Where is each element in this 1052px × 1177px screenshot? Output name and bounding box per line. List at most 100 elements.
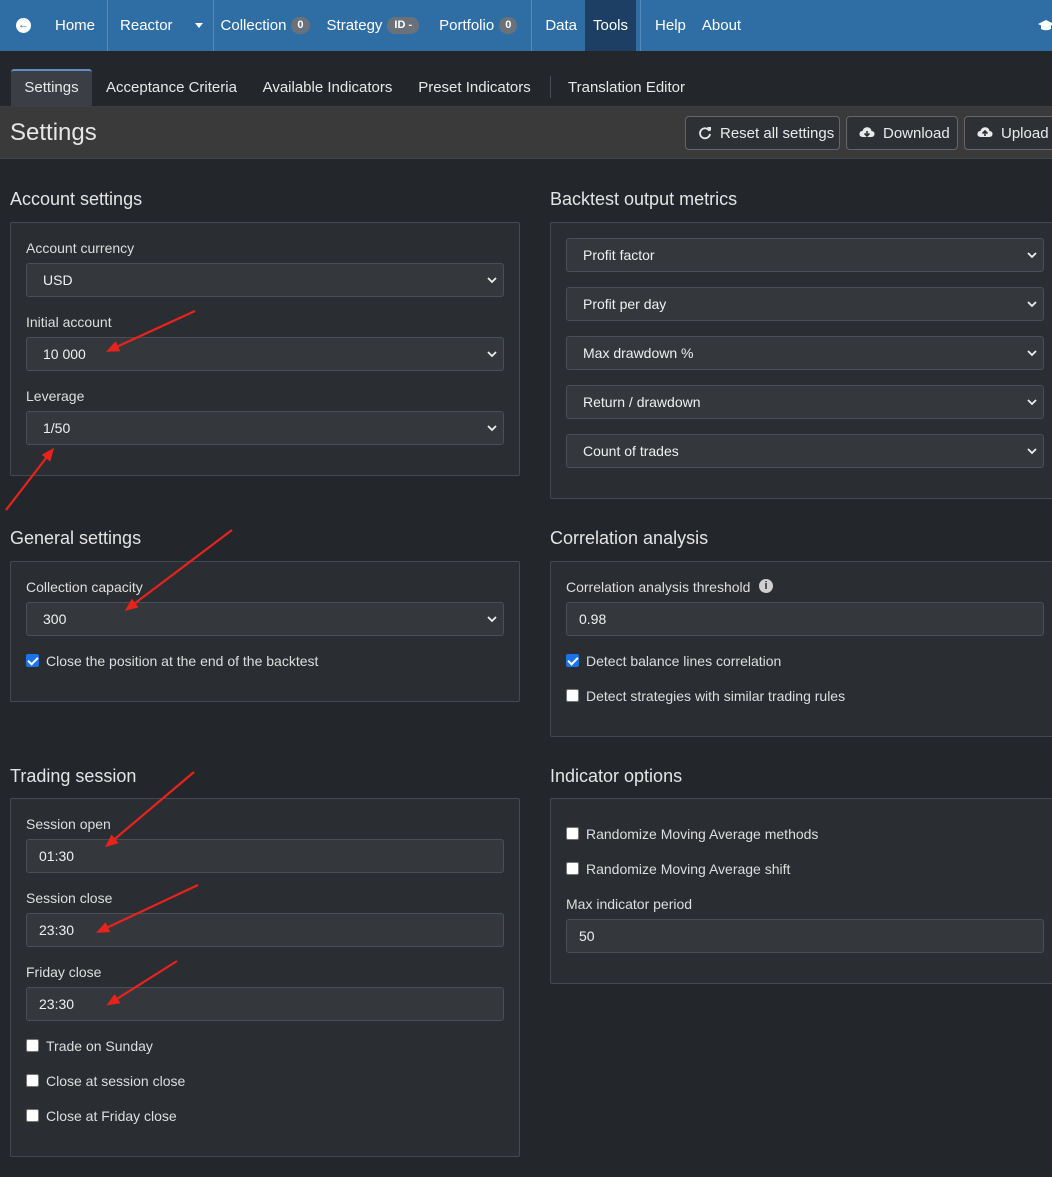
session-open-input[interactable]: 01:30 <box>26 839 504 873</box>
close-at-session-close-checkbox[interactable] <box>26 1074 39 1087</box>
tab-divider <box>550 76 551 98</box>
max-indicator-period-input[interactable]: 50 <box>566 919 1044 953</box>
friday-close-input[interactable]: 23:30 <box>26 987 504 1021</box>
detect-balance-label: Detect balance lines correlation <box>586 653 782 669</box>
nav-portfolio-label: Portfolio <box>439 17 495 34</box>
session-open-label: Session open <box>26 816 111 832</box>
close-at-session-close-label: Close at session close <box>46 1073 186 1089</box>
tab-acceptance-label: Acceptance Criteria <box>106 79 237 96</box>
upload-label: Upload <box>1001 124 1049 142</box>
nav-about[interactable]: About <box>694 0 749 51</box>
detect-balance-checkbox[interactable] <box>566 654 579 667</box>
nav-home-label: Home <box>55 17 96 34</box>
chevron-down-icon <box>1027 399 1037 406</box>
detect-similar-rules-checkbox[interactable] <box>566 689 579 702</box>
collection-capacity-label: Collection capacity <box>26 579 143 595</box>
max-indicator-period-label: Max indicator period <box>566 896 693 912</box>
friday-close-value: 23:30 <box>39 996 75 1012</box>
nav-collection-label: Collection <box>220 17 287 34</box>
session-close-value: 23:30 <box>39 922 75 938</box>
upload-button[interactable]: Upload <box>964 116 1052 150</box>
correlation-threshold-label: Correlation analysis threshold <box>566 579 751 595</box>
close-at-friday-close-checkbox[interactable] <box>26 1109 39 1122</box>
metric-select-5[interactable]: Count of trades <box>566 434 1044 468</box>
download-button[interactable]: Download <box>846 116 958 150</box>
trade-on-sunday-label: Trade on Sunday <box>46 1038 153 1054</box>
tab-settings[interactable]: Settings <box>11 69 92 107</box>
chevron-down-icon <box>1027 301 1037 308</box>
metric-value-3: Max drawdown % <box>583 345 694 361</box>
portfolio-count-badge: 0 <box>499 17 518 34</box>
top-navbar: ← Home Reactor Collection 0 Strategy ID - … <box>0 0 1052 51</box>
correlation-threshold-value: 0.98 <box>579 611 607 627</box>
initial-account-select[interactable]: 10 000 <box>26 337 504 371</box>
randomize-ma-shift-label: Randomize Moving Average shift <box>586 861 791 877</box>
leverage-select[interactable]: 1/50 <box>26 411 504 445</box>
nav-data[interactable]: Data <box>532 0 585 51</box>
nav-tools-label: Tools <box>593 17 629 34</box>
nav-portfolio[interactable]: Portfolio 0 <box>427 0 525 51</box>
session-close-input[interactable]: 23:30 <box>26 913 504 947</box>
nav-tools[interactable]: Tools <box>585 0 637 51</box>
download-label: Download <box>883 124 950 142</box>
metric-select-2[interactable]: Profit per day <box>566 287 1044 321</box>
session-open-value: 01:30 <box>39 848 75 864</box>
metric-select-3[interactable]: Max drawdown % <box>566 336 1044 370</box>
reset-all-settings-button[interactable]: Reset all settings <box>685 116 840 150</box>
nav-strategy[interactable]: Strategy ID - <box>318 0 428 51</box>
tab-translation-editor[interactable]: Translation Editor <box>562 69 691 107</box>
reset-label: Reset all settings <box>720 124 835 142</box>
chevron-down-icon <box>487 425 497 432</box>
nav-reactor[interactable]: Reactor <box>108 0 213 51</box>
nav-about-label: About <box>701 17 742 34</box>
nav-reactor-label: Reactor <box>120 17 173 34</box>
collection-capacity-select[interactable]: 300 <box>26 602 504 636</box>
cloud-upload-icon <box>977 127 993 137</box>
account-currency-value: USD <box>43 272 73 288</box>
tools-tabs: Settings Acceptance Criteria Available I… <box>0 51 1052 107</box>
indicator-options-title: Indicator options <box>550 766 683 786</box>
metric-select-4[interactable]: Return / drawdown <box>566 385 1044 419</box>
tab-available-indicators[interactable]: Available Indicators <box>256 69 399 107</box>
chevron-down-icon <box>487 351 497 358</box>
chevron-down-icon <box>1027 350 1037 357</box>
metric-select-1[interactable]: Profit factor <box>566 238 1044 272</box>
detect-similar-rules-label: Detect strategies with similar trading r… <box>586 688 846 704</box>
page-title: Settings <box>10 119 97 146</box>
account-settings-title: Account settings <box>10 189 143 209</box>
tab-acceptance-criteria[interactable]: Acceptance Criteria <box>100 69 243 107</box>
graduation-cap-icon[interactable] <box>1038 17 1052 33</box>
page-header: Settings Reset all settings Download Upl… <box>0 107 1052 159</box>
session-close-label: Session close <box>26 890 113 906</box>
trade-on-sunday-checkbox[interactable] <box>26 1039 39 1052</box>
nav-collection[interactable]: Collection 0 <box>214 0 318 51</box>
initial-account-value: 10 000 <box>43 346 86 362</box>
metric-value-4: Return / drawdown <box>583 394 701 410</box>
account-currency-select[interactable]: USD <box>26 263 504 297</box>
tab-settings-label: Settings <box>24 79 79 96</box>
strategy-id-badge: ID - <box>387 17 420 34</box>
close-at-end-checkbox[interactable] <box>26 654 39 667</box>
tab-translation-label: Translation Editor <box>568 79 685 96</box>
tab-preset-indicators[interactable]: Preset Indicators <box>412 69 537 107</box>
nav-help[interactable]: Help <box>641 0 694 51</box>
back-button[interactable]: ← <box>0 0 37 51</box>
chevron-down-icon <box>194 23 203 28</box>
correlation-analysis-title: Correlation analysis <box>550 528 709 548</box>
trading-session-title: Trading session <box>10 766 137 786</box>
general-settings-title: General settings <box>10 528 142 548</box>
back-arrow-icon: ← <box>16 18 31 33</box>
info-icon[interactable]: i <box>759 579 773 593</box>
randomize-ma-shift-checkbox[interactable] <box>566 862 579 875</box>
metric-value-2: Profit per day <box>583 296 667 312</box>
account-currency-label: Account currency <box>26 240 135 256</box>
randomize-ma-methods-checkbox[interactable] <box>566 827 579 840</box>
nav-home[interactable]: Home <box>37 0 107 51</box>
leverage-label: Leverage <box>26 388 85 404</box>
correlation-threshold-input[interactable]: 0.98 <box>566 602 1044 636</box>
tab-available-label: Available Indicators <box>262 79 393 96</box>
backtest-metrics-title: Backtest output metrics <box>550 189 738 209</box>
close-at-end-label: Close the position at the end of the bac… <box>46 653 319 669</box>
close-at-friday-close-label: Close at Friday close <box>46 1108 177 1124</box>
max-indicator-period-value: 50 <box>579 928 595 944</box>
